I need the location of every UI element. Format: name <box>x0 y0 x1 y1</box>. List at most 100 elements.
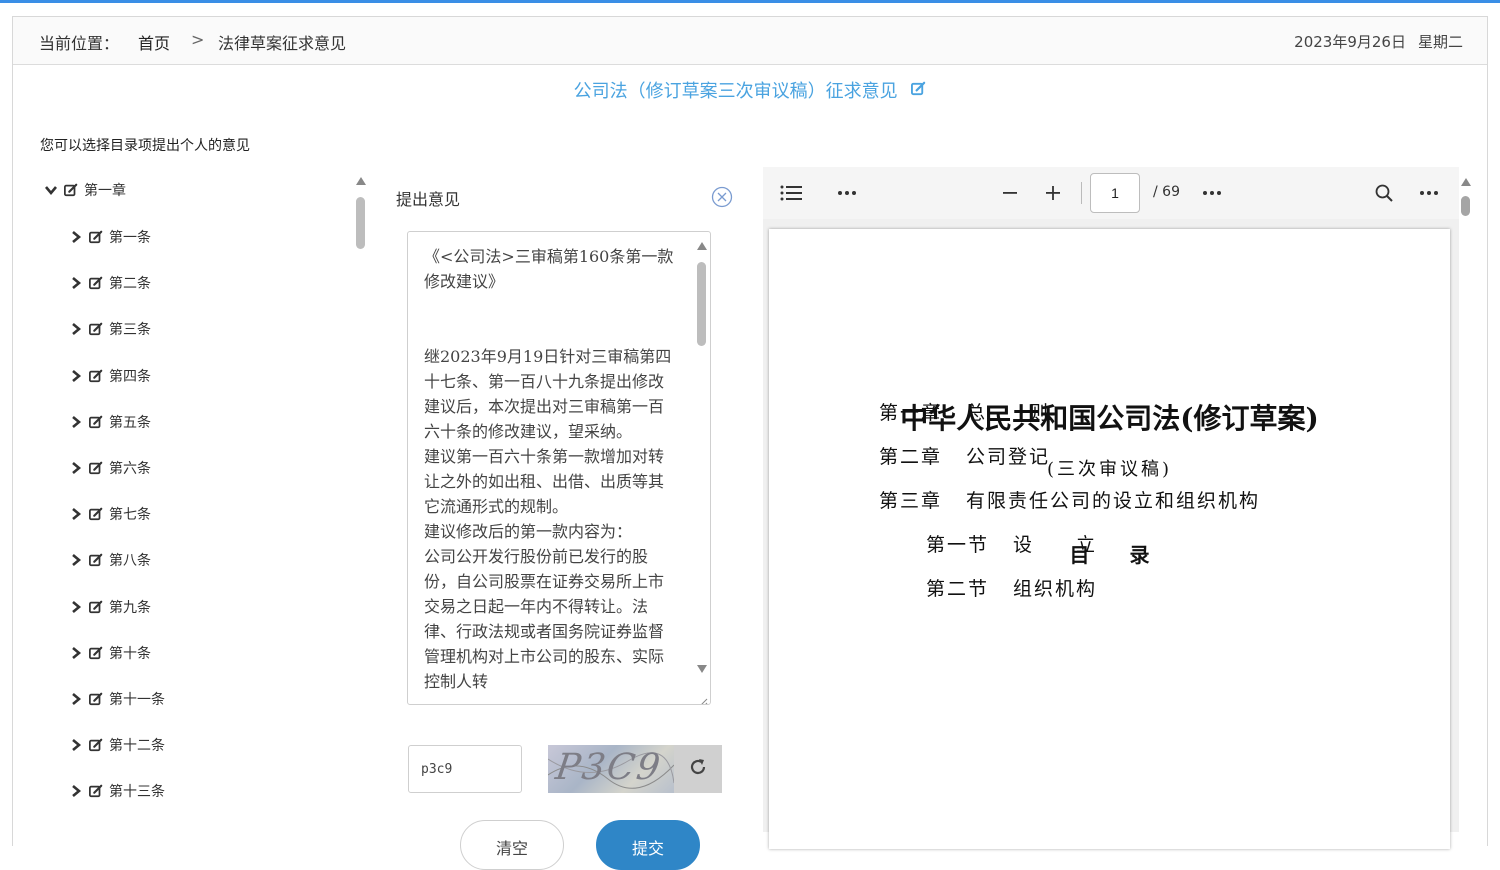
tree-node-label: 第九条 <box>109 599 151 616</box>
tree-article[interactable]: 第四条 <box>68 364 151 388</box>
scroll-thumb[interactable] <box>697 262 706 346</box>
tree-article[interactable]: 第十二条 <box>68 733 165 757</box>
document-subtitle: (三次审议稿) <box>1046 459 1173 480</box>
tree-article[interactable]: 第十三条 <box>68 779 165 803</box>
tree-article[interactable]: 第二条 <box>68 271 151 295</box>
edit-icon[interactable] <box>89 461 103 475</box>
tree-scrollbar[interactable] <box>355 177 369 847</box>
top-accent-bar <box>0 0 1500 3</box>
toc-entry-title: 公司登记 <box>966 446 1051 468</box>
tree-article[interactable]: 第十条 <box>68 641 151 665</box>
chevron-right-icon[interactable] <box>68 321 84 337</box>
pdf-toolbar: / 69 <box>763 167 1459 219</box>
chapter-tree: 第一章第一条第二条第三条第四条第五条第六条第七条第八条第九条第十条第十一条第十二… <box>35 172 355 832</box>
toc-entry[interactable]: 第二章 公司登记 <box>879 442 1050 469</box>
chevron-right-icon[interactable] <box>68 783 84 799</box>
scroll-up-icon[interactable] <box>697 242 707 250</box>
toc-entry[interactable]: 第一章 总 则 <box>879 398 1050 425</box>
overflow-menu-icon[interactable] <box>1417 181 1441 205</box>
toc-entry[interactable]: 第一节 设 立 <box>926 530 1097 557</box>
toc-entry[interactable]: 第二节 组织机构 <box>926 574 1097 601</box>
chevron-right-icon[interactable] <box>68 737 84 753</box>
tree-article[interactable]: 第五条 <box>68 410 151 434</box>
more-options-icon[interactable] <box>835 181 859 205</box>
captcha-input[interactable] <box>408 745 522 793</box>
toc-entry-title: 有限责任公司的设立和组织机构 <box>966 490 1261 512</box>
resize-handle-icon[interactable] <box>698 692 708 704</box>
edit-icon[interactable] <box>89 738 103 752</box>
refresh-captcha-button[interactable] <box>674 745 722 793</box>
edit-icon[interactable] <box>89 507 103 521</box>
captcha-code: P3C9 <box>553 747 665 788</box>
chevron-right-icon[interactable] <box>68 645 84 661</box>
breadcrumb-separator: > <box>191 30 205 49</box>
chevron-right-icon[interactable] <box>68 506 84 522</box>
search-icon[interactable] <box>1372 181 1396 205</box>
tree-article[interactable]: 第一条 <box>68 225 151 249</box>
chevron-right-icon[interactable] <box>68 414 84 430</box>
weekday-text: 星期二 <box>1417 33 1463 51</box>
chevron-right-icon[interactable] <box>68 691 84 707</box>
zoom-out-icon[interactable] <box>998 181 1022 205</box>
chevron-right-icon[interactable] <box>68 599 84 615</box>
comment-panel-title: 提出意见 <box>396 190 461 209</box>
comment-text: 《<公司法>三审稿第160条第一款修改建议》 继2023年9月19日针对三审稿第… <box>424 247 674 691</box>
page-more-icon[interactable] <box>1200 181 1224 205</box>
tree-article[interactable]: 第三条 <box>68 317 151 341</box>
captcha-image[interactable]: P3C9 <box>548 745 674 793</box>
scroll-up-icon[interactable] <box>1461 178 1471 186</box>
outline-icon[interactable] <box>779 181 803 205</box>
submit-button[interactable]: 提交 <box>596 820 700 870</box>
breadcrumb-home-link[interactable]: 首页 <box>138 30 170 54</box>
close-icon[interactable] <box>711 186 733 208</box>
tree-node-label: 第十三条 <box>109 784 165 801</box>
chevron-right-icon[interactable] <box>68 368 84 384</box>
edit-icon[interactable] <box>89 692 103 706</box>
edit-icon[interactable] <box>64 183 78 197</box>
tree-article[interactable]: 第九条 <box>68 595 151 619</box>
tree-node-label: 第八条 <box>109 553 151 570</box>
edit-icon[interactable] <box>89 553 103 567</box>
tree-node-label: 第七条 <box>109 507 151 524</box>
toc-entry-title: 组织机构 <box>1013 578 1098 600</box>
chevron-right-icon[interactable] <box>68 275 84 291</box>
toolbar-divider <box>1081 182 1082 204</box>
edit-icon[interactable] <box>89 646 103 660</box>
clear-button[interactable]: 清空 <box>460 820 564 870</box>
page-number-input[interactable] <box>1090 173 1140 213</box>
toc-entry-number: 第一节 <box>926 534 990 556</box>
toc-entry-title: 设 立 <box>1013 534 1098 556</box>
edit-icon[interactable] <box>89 230 103 244</box>
edit-icon[interactable] <box>89 600 103 614</box>
comment-textarea[interactable]: 《<公司法>三审稿第160条第一款修改建议》 继2023年9月19日针对三审稿第… <box>407 231 711 705</box>
edit-icon[interactable] <box>911 80 926 101</box>
scroll-down-icon[interactable] <box>697 665 707 673</box>
pdf-scrollbar[interactable] <box>1459 175 1473 835</box>
edit-icon[interactable] <box>89 322 103 336</box>
chevron-right-icon[interactable] <box>68 460 84 476</box>
edit-icon[interactable] <box>89 369 103 383</box>
scroll-up-icon[interactable] <box>356 177 366 185</box>
page-title-text: 公司法（修订草案三次审议稿）征求意见 <box>573 81 898 102</box>
tree-article[interactable]: 第八条 <box>68 548 151 572</box>
edit-icon[interactable] <box>89 276 103 290</box>
scroll-thumb[interactable] <box>1461 196 1470 216</box>
tree-node-label: 第六条 <box>109 461 151 477</box>
tree-chapter[interactable]: 第一章 <box>43 178 126 202</box>
breadcrumb-current[interactable]: 法律草案征求意见 <box>218 30 346 54</box>
edit-icon[interactable] <box>89 415 103 429</box>
tree-article[interactable]: 第十一条 <box>68 687 165 711</box>
chevron-right-icon[interactable] <box>68 552 84 568</box>
chevron-down-icon[interactable] <box>43 182 59 198</box>
scroll-thumb[interactable] <box>356 197 365 249</box>
toc-entry-title: 总 则 <box>966 402 1051 424</box>
toc-entry[interactable]: 第三章 有限责任公司的设立和组织机构 <box>879 486 1260 513</box>
date-text: 2023年9月26日 <box>1294 33 1406 51</box>
zoom-in-icon[interactable] <box>1041 181 1065 205</box>
tree-article[interactable]: 第七条 <box>68 502 151 526</box>
edit-icon[interactable] <box>89 784 103 798</box>
chevron-right-icon[interactable] <box>68 229 84 245</box>
tree-node-label: 第三条 <box>109 322 151 339</box>
tree-article[interactable]: 第六条 <box>68 456 151 480</box>
textarea-scrollbar[interactable] <box>696 238 708 700</box>
